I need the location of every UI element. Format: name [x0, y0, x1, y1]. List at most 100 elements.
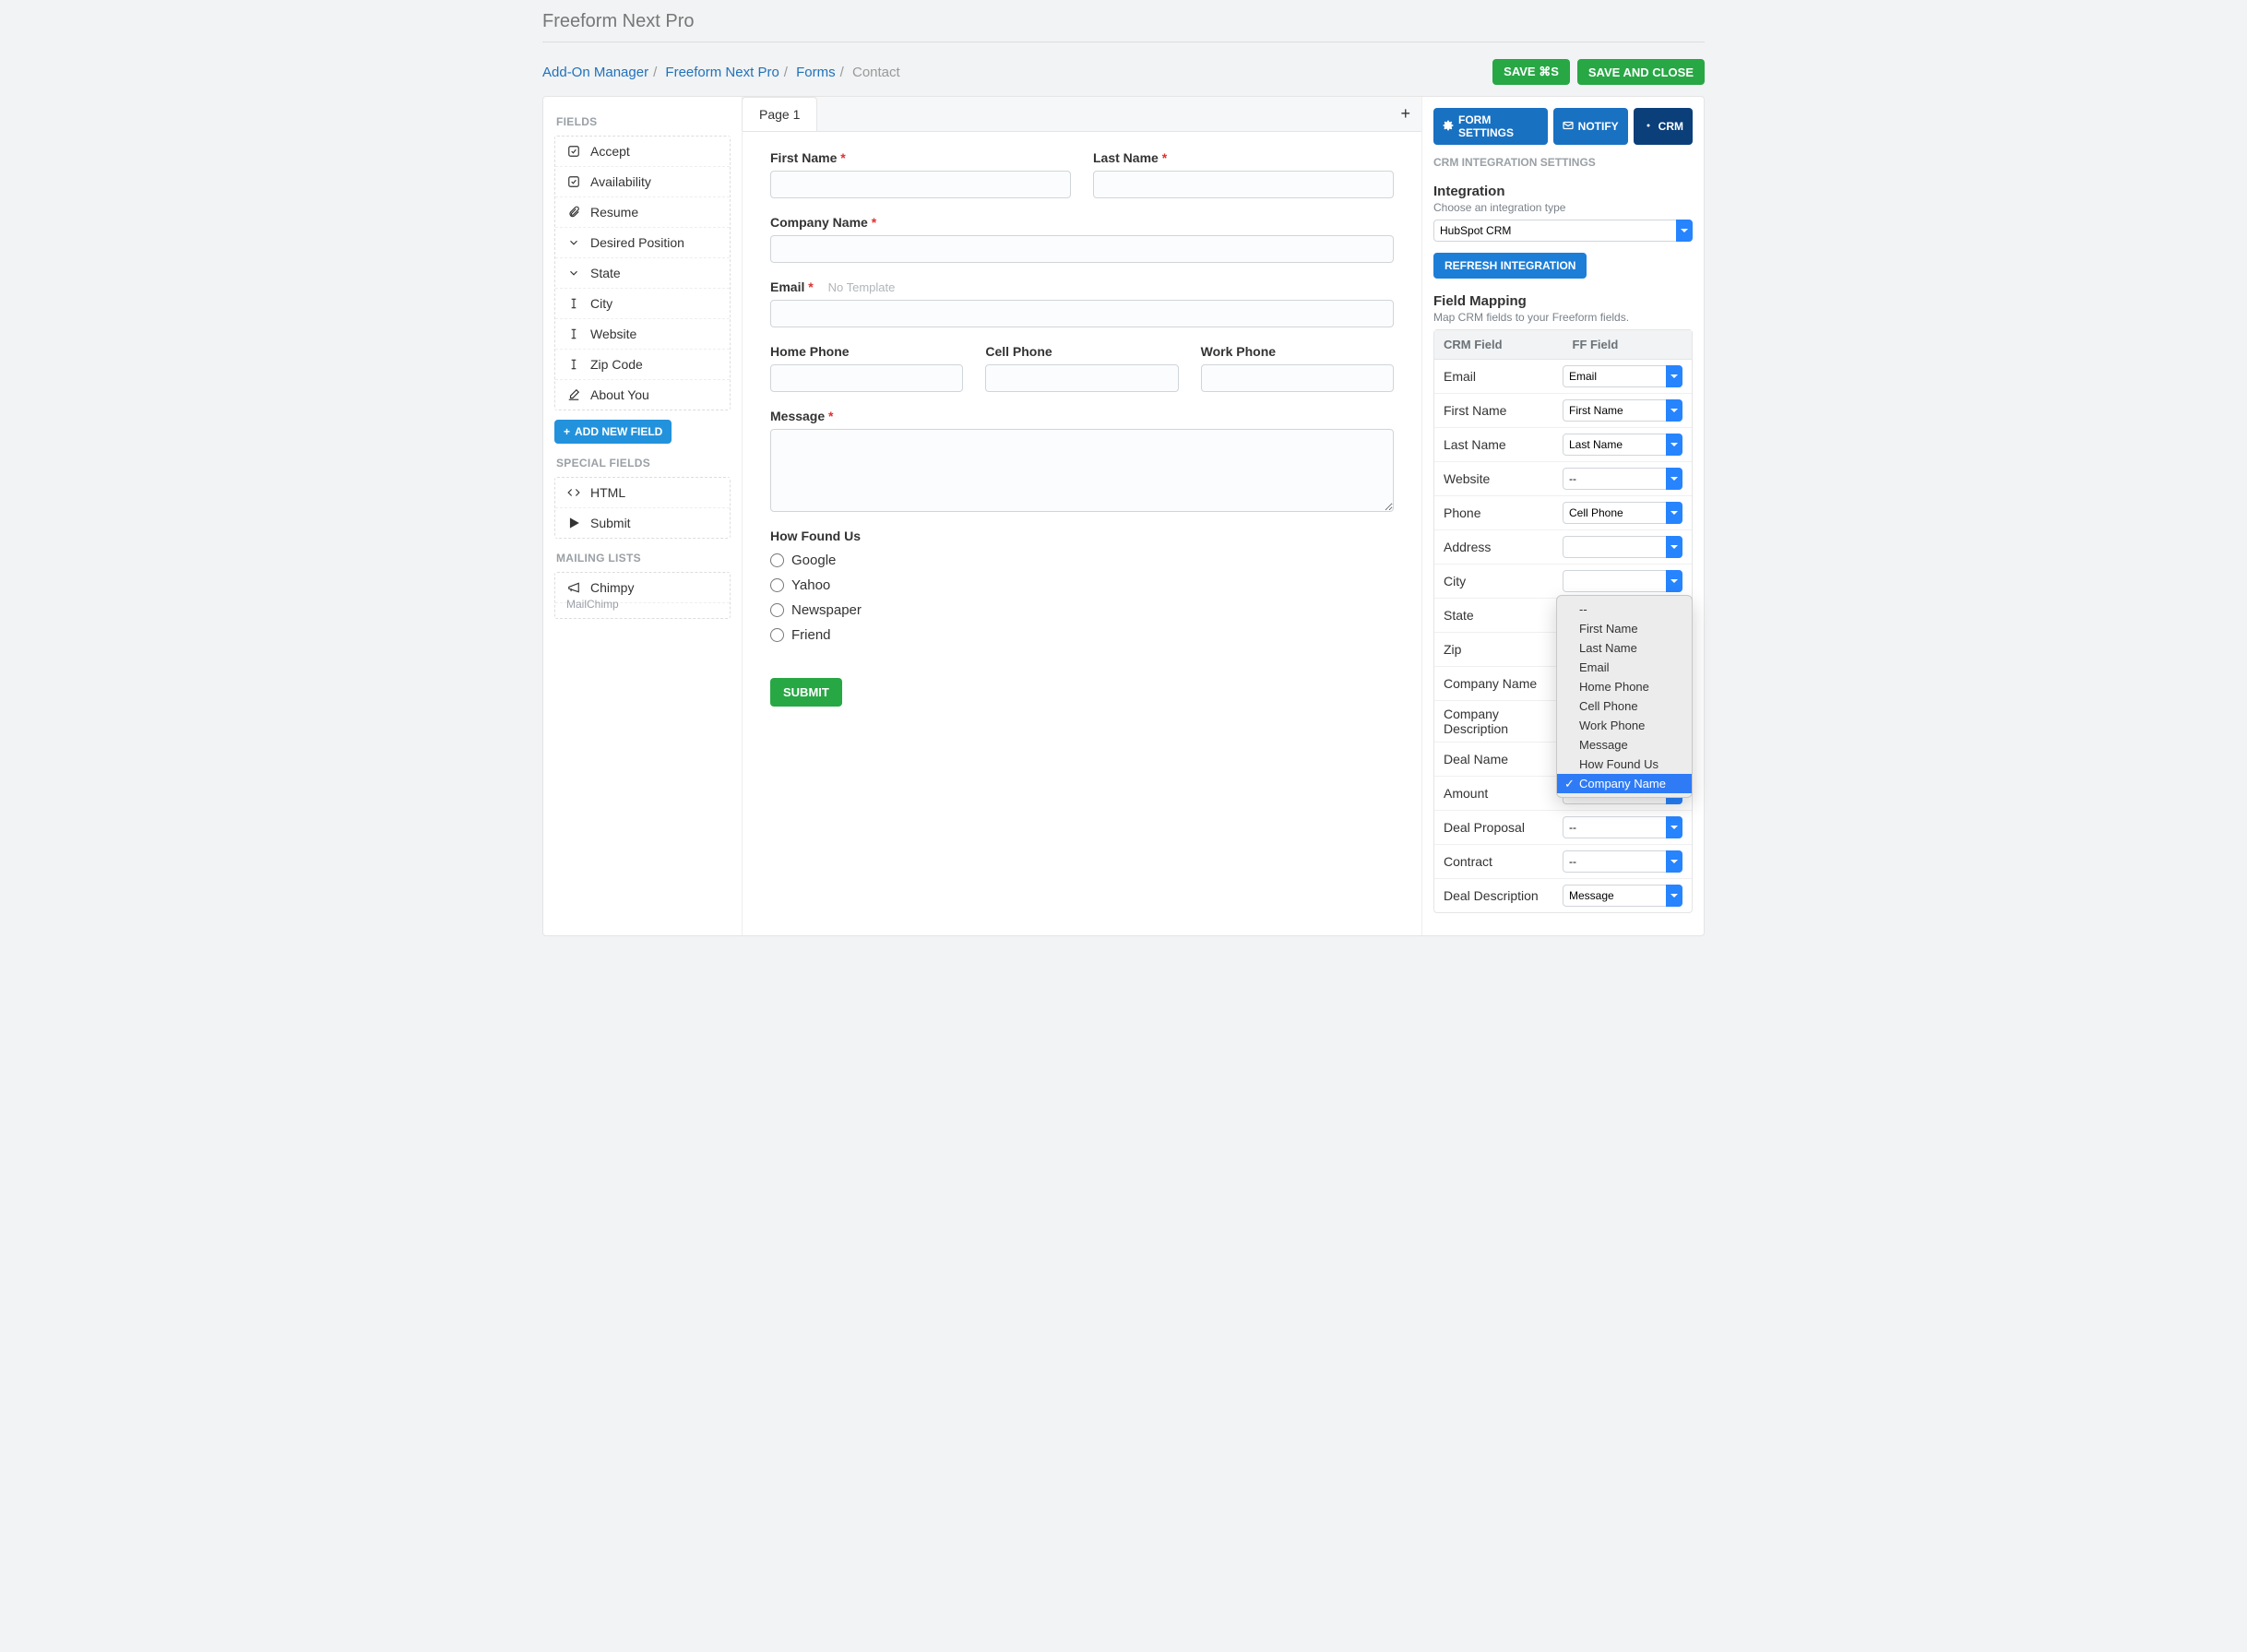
field-item[interactable]: About You	[555, 380, 730, 410]
crm-field-cell: City	[1444, 574, 1563, 588]
dropdown-option[interactable]: How Found Us	[1557, 755, 1692, 774]
add-new-field-button[interactable]: + ADD NEW FIELD	[554, 420, 672, 444]
dropdown-option[interactable]: Email	[1557, 658, 1692, 677]
dropdown-option[interactable]: First Name	[1557, 619, 1692, 638]
radio-option[interactable]: Friend	[770, 627, 1394, 643]
text-cursor-icon	[566, 358, 581, 371]
field-item[interactable]: Accept	[555, 137, 730, 167]
home-phone-input[interactable]	[770, 364, 963, 392]
ff-field-select[interactable]: Email	[1563, 365, 1682, 387]
special-field-item[interactable]: Submit	[555, 508, 730, 538]
mailing-provider: MailChimp	[566, 598, 728, 618]
field-item[interactable]: Desired Position	[555, 228, 730, 258]
integration-select[interactable]: HubSpot CRM	[1433, 220, 1693, 242]
breadcrumb-link[interactable]: Freeform Next Pro	[665, 65, 779, 80]
dropdown-option[interactable]: Home Phone	[1557, 677, 1692, 696]
work-phone-label: Work Phone	[1201, 344, 1394, 359]
work-phone-input[interactable]	[1201, 364, 1394, 392]
chevron-down-icon	[566, 236, 581, 249]
special-field-item[interactable]: HTML	[555, 478, 730, 508]
tab-notify[interactable]: NOTIFY	[1553, 108, 1628, 145]
save-close-button[interactable]: SAVE AND CLOSE	[1577, 59, 1705, 85]
field-item[interactable]: Website	[555, 319, 730, 350]
cell-phone-input[interactable]	[985, 364, 1178, 392]
panel-heading: CRM INTEGRATION SETTINGS	[1433, 156, 1693, 169]
field-label: Website	[590, 327, 636, 341]
crm-field-cell: Email	[1444, 369, 1563, 384]
ff-field-select[interactable]	[1563, 536, 1682, 558]
field-item[interactable]: Resume	[555, 197, 730, 228]
dropdown-option[interactable]: Company Name	[1557, 774, 1692, 793]
field-item[interactable]: City	[555, 289, 730, 319]
checkbox-icon	[566, 175, 581, 188]
radio-input[interactable]	[770, 578, 784, 592]
fields-heading: FIELDS	[556, 115, 731, 128]
ff-field-select[interactable]	[1563, 570, 1682, 592]
ff-field-select[interactable]: Cell Phone	[1563, 502, 1682, 524]
radio-option[interactable]: Google	[770, 553, 1394, 568]
dropdown-option[interactable]: --	[1557, 600, 1692, 619]
message-textarea[interactable]	[770, 429, 1394, 512]
field-label: City	[590, 296, 612, 311]
crm-field-cell: Contract	[1444, 854, 1563, 869]
breadcrumb-current: Contact	[852, 65, 900, 80]
tab-form-settings[interactable]: FORM SETTINGS	[1433, 108, 1548, 145]
ff-field-select[interactable]: --	[1563, 850, 1682, 873]
dropdown-option[interactable]: Message	[1557, 735, 1692, 755]
field-item[interactable]: Zip Code	[555, 350, 730, 380]
crm-field-cell: Amount	[1444, 786, 1563, 801]
company-input[interactable]	[770, 235, 1394, 263]
refresh-integration-button[interactable]: REFRESH INTEGRATION	[1433, 253, 1587, 279]
submit-button[interactable]: SUBMIT	[770, 678, 842, 707]
radio-option[interactable]: Yahoo	[770, 577, 1394, 593]
radio-input[interactable]	[770, 628, 784, 642]
field-label: Availability	[590, 174, 651, 189]
radio-input[interactable]	[770, 553, 784, 567]
field-label: Zip Code	[590, 357, 643, 372]
cell-phone-label: Cell Phone	[985, 344, 1178, 359]
first-name-label: First Name *	[770, 150, 1071, 165]
paperclip-icon	[566, 206, 581, 219]
mapping-row: First NameFirst Name	[1434, 394, 1692, 428]
last-name-input[interactable]	[1093, 171, 1394, 198]
add-page-button[interactable]: +	[1389, 97, 1421, 131]
how-found-label: How Found Us	[770, 529, 1394, 543]
breadcrumb-link[interactable]: Add-On Manager	[542, 65, 648, 80]
dropdown-option[interactable]: Work Phone	[1557, 716, 1692, 735]
radio-input[interactable]	[770, 603, 784, 617]
text-cursor-icon	[566, 327, 581, 340]
field-item[interactable]: State	[555, 258, 730, 289]
plus-icon: +	[564, 425, 570, 438]
field-label: Accept	[590, 144, 630, 159]
ff-field-dropdown[interactable]: --First NameLast NameEmailHome PhoneCell…	[1556, 595, 1693, 798]
field-item[interactable]: Availability	[555, 167, 730, 197]
crm-field-cell: Deal Name	[1444, 752, 1563, 767]
page-tab[interactable]: Page 1	[742, 97, 817, 131]
crm-field-cell: Company Name	[1444, 676, 1563, 691]
dropdown-option[interactable]: Last Name	[1557, 638, 1692, 658]
mailing-lists-heading: MAILING LISTS	[556, 552, 731, 565]
field-label: HTML	[590, 485, 625, 500]
field-label: State	[590, 266, 621, 280]
breadcrumb: Add-On Manager/ Freeform Next Pro/ Forms…	[542, 65, 900, 80]
mapping-row: Deal DescriptionMessage	[1434, 879, 1692, 912]
dropdown-option[interactable]: Cell Phone	[1557, 696, 1692, 716]
tab-crm[interactable]: CRM	[1634, 108, 1693, 145]
ff-field-select[interactable]: --	[1563, 468, 1682, 490]
crm-field-cell: Zip	[1444, 642, 1563, 657]
ff-field-select[interactable]: Message	[1563, 885, 1682, 907]
breadcrumb-link[interactable]: Forms	[796, 65, 836, 80]
integration-title: Integration	[1433, 184, 1693, 199]
ff-field-select[interactable]: Last Name	[1563, 434, 1682, 456]
save-button[interactable]: SAVE ⌘S	[1492, 59, 1570, 85]
gear-icon	[1443, 120, 1454, 134]
integration-sub: Choose an integration type	[1433, 201, 1693, 214]
ff-field-select[interactable]: --	[1563, 816, 1682, 838]
email-input[interactable]	[770, 300, 1394, 327]
plus-icon: +	[1400, 104, 1410, 123]
play-icon	[566, 517, 581, 529]
radio-option[interactable]: Newspaper	[770, 602, 1394, 618]
ff-field-select[interactable]: First Name	[1563, 399, 1682, 422]
email-label: Email * No Template	[770, 279, 1394, 294]
first-name-input[interactable]	[770, 171, 1071, 198]
